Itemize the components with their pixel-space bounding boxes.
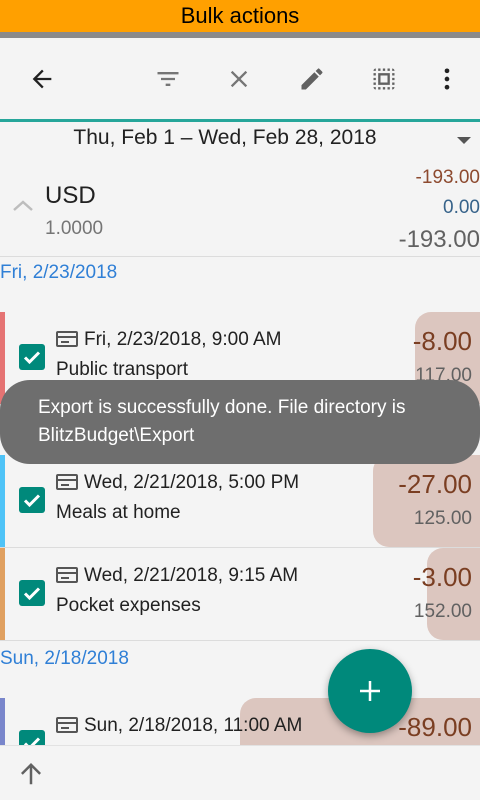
transaction-datetime: Sun, 2/18/2018, 11:00 AM (84, 715, 303, 736)
date-group-header: Sun, 2/18/2018 (0, 648, 129, 669)
currency-summary[interactable]: USD 1.0000 -193.00 0.00 -193.00 (0, 158, 480, 256)
category-color-bar (0, 455, 5, 547)
transaction-datetime: Wed, 2/21/2018, 5:00 PM (84, 472, 300, 493)
back-button[interactable] (22, 59, 62, 99)
edit-button[interactable] (292, 59, 332, 99)
currency-expenses: -193.00 (415, 167, 480, 188)
currency-total: -193.00 (398, 226, 480, 253)
close-selection-button[interactable] (219, 59, 259, 99)
select-all-icon (373, 68, 395, 90)
add-transaction-button[interactable] (328, 649, 412, 733)
transaction-datetime: Wed, 2/21/2018, 9:15 AM (84, 565, 299, 586)
bulk-actions-banner: Bulk actions (0, 0, 480, 32)
divider (0, 256, 480, 257)
more-vert-icon (444, 68, 450, 90)
transaction-description: Pocket expenses (56, 595, 201, 616)
filter-button[interactable] (148, 59, 188, 99)
more-options-button[interactable] (427, 59, 467, 99)
card-icon (56, 567, 78, 583)
transaction-item[interactable]: Wed, 2/21/2018, 9:15 AM Pocket expenses … (0, 548, 480, 640)
selection-checkbox[interactable] (19, 580, 45, 606)
selection-checkbox[interactable] (19, 487, 45, 513)
divider (0, 640, 480, 641)
transaction-amount: -8.00 (412, 326, 472, 356)
export-toast: Export is successfully done. File direct… (0, 380, 480, 464)
banner-title: Bulk actions (180, 3, 300, 28)
check-icon (23, 351, 41, 365)
transaction-description: Meals at home (56, 502, 181, 523)
currency-rate: 1.0000 (45, 218, 104, 239)
transaction-amount: -27.00 (398, 469, 472, 499)
dropdown-arrow-icon (457, 137, 471, 144)
pencil-icon (301, 68, 323, 90)
check-icon (23, 494, 41, 508)
card-icon (56, 717, 78, 733)
category-color-bar (0, 548, 5, 640)
transaction-item[interactable]: Wed, 2/21/2018, 5:00 PM Meals at home -2… (0, 455, 480, 547)
date-range-selector[interactable]: Thu, Feb 1 – Wed, Feb 28, 2018 (0, 122, 480, 158)
transaction-amount: -3.00 (412, 562, 472, 592)
card-icon (56, 474, 78, 490)
close-icon (230, 70, 248, 88)
transaction-balance: 125.00 (413, 508, 472, 529)
filter-icon (157, 72, 179, 86)
arrow-left-icon (32, 69, 52, 89)
transaction-amount: -89.00 (398, 712, 472, 742)
date-group-header: Fri, 2/23/2018 (0, 262, 118, 283)
check-icon (23, 587, 41, 601)
transaction-balance: 152.00 (413, 601, 472, 622)
bottom-bar (0, 745, 480, 800)
currency-income: 0.00 (443, 197, 480, 218)
selection-checkbox[interactable] (19, 344, 45, 370)
plus-icon (360, 681, 380, 701)
card-icon (56, 331, 78, 347)
category-color-bar (0, 312, 5, 404)
currency-code: USD (45, 182, 96, 209)
chevron-up-icon (13, 200, 33, 211)
scroll-to-top-button[interactable] (12, 754, 50, 792)
select-all-button[interactable] (364, 59, 404, 99)
date-range-label: Thu, Feb 1 – Wed, Feb 28, 2018 (73, 126, 377, 149)
toolbar (0, 38, 480, 120)
transaction-description: Public transport (56, 359, 189, 380)
arrow-up-icon (21, 763, 41, 785)
transaction-datetime: Fri, 2/23/2018, 9:00 AM (84, 329, 282, 350)
